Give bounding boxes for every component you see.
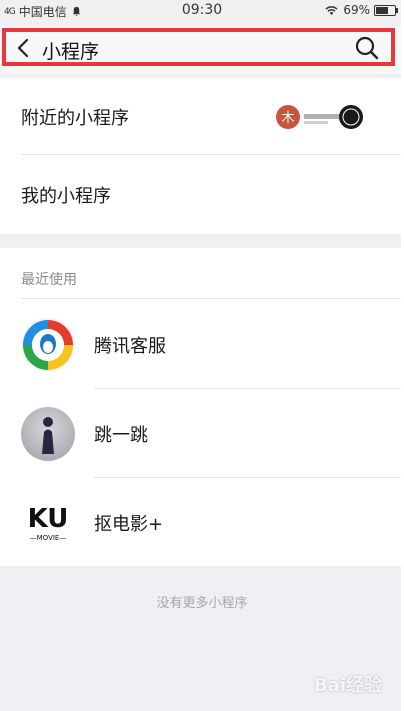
menu-section: 附近的小程序 木 我的小程序 — [0, 78, 404, 234]
nearby-label: 附近的小程序 — [21, 108, 129, 129]
battery-percent: 69% — [343, 3, 370, 17]
recent-header: 最近使用 — [21, 272, 77, 288]
my-mini-programs-label: 我的小程序 — [21, 186, 111, 207]
divider — [21, 154, 404, 155]
status-bar: 4G 中国电信 09:30 69% — [0, 0, 404, 20]
divider — [21, 298, 404, 299]
app-name: 腾讯客服 — [94, 336, 166, 357]
divider — [94, 477, 404, 478]
baidu-watermark: Bai经验 — [313, 675, 382, 696]
recent-app-row[interactable]: 腾讯客服 — [0, 301, 404, 389]
divider — [94, 388, 404, 389]
nav-bar: 小程序 — [0, 26, 404, 74]
wifi-icon — [325, 5, 338, 15]
app-name: 抠电影+ — [94, 514, 164, 535]
tencent-service-logo-icon — [21, 318, 75, 372]
recent-section: 最近使用 腾讯客服 跳一跳 KU —MOVIE— 抠电影+ — [0, 248, 404, 566]
chevron-left-icon[interactable] — [14, 36, 34, 60]
page-title: 小程序 — [42, 41, 100, 63]
nearby-store-logos-icon: 木 — [276, 105, 363, 129]
my-mini-programs-row[interactable]: 我的小程序 — [0, 156, 404, 233]
ku-logo-text: KU — [28, 504, 69, 534]
app-name: 跳一跳 — [94, 425, 148, 446]
search-icon[interactable] — [354, 35, 380, 61]
ku-movie-logo-icon: KU —MOVIE— — [28, 504, 69, 542]
nearby-mini-programs-row[interactable]: 附近的小程序 木 — [0, 78, 404, 155]
no-more-label: 没有更多小程序 — [156, 596, 248, 611]
svg-text:木: 木 — [281, 111, 294, 126]
ku-logo-subtext: —MOVIE— — [30, 534, 67, 542]
recent-app-row[interactable]: KU —MOVIE— 抠电影+ — [0, 479, 404, 567]
jump-game-avatar-icon — [21, 407, 75, 461]
battery-icon — [374, 4, 398, 16]
recent-app-row[interactable]: 跳一跳 — [0, 390, 404, 478]
